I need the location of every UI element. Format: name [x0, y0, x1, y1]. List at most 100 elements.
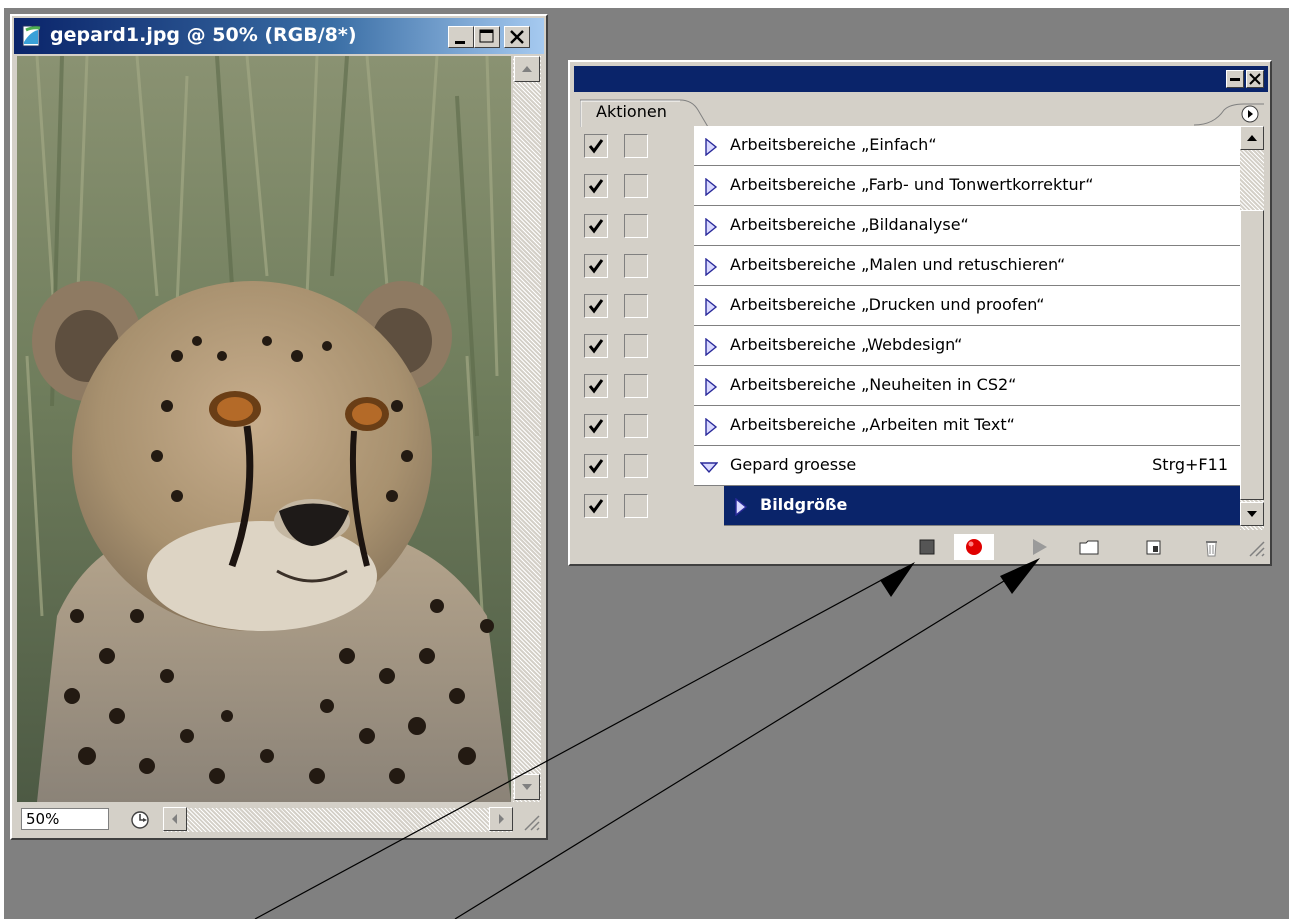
dialog-toggle-box[interactable] [624, 294, 648, 318]
action-row-cell[interactable]: Arbeitsbereiche „Einfach“ [694, 126, 1240, 166]
photoshop-document-icon [22, 25, 41, 47]
action-label: Bildgröße [760, 495, 848, 514]
collapsed-triangle-icon[interactable] [704, 377, 718, 400]
checkmark-icon [588, 139, 604, 154]
panel-tab-strip: Aktionen [574, 92, 1268, 128]
scroll-left-button[interactable] [163, 807, 187, 831]
dialog-toggle-box[interactable] [624, 214, 648, 238]
action-row-cell[interactable]: Arbeitsbereiche „Webdesign“ [694, 326, 1240, 366]
checkmark-icon [588, 339, 604, 354]
action-row-cell[interactable]: Arbeitsbereiche „Bildanalyse“ [694, 206, 1240, 246]
action-toggle-checkbox[interactable] [584, 374, 608, 398]
action-toggle-checkbox[interactable] [584, 494, 608, 518]
trash-icon[interactable] [1196, 534, 1226, 560]
action-row-cell[interactable]: Arbeitsbereiche „Farb- und Tonwertkorrek… [694, 166, 1240, 206]
action-toggle-checkbox[interactable] [584, 254, 608, 278]
checkmark-icon [588, 219, 604, 234]
minimize-button[interactable] [448, 26, 474, 48]
action-toggle-checkbox[interactable] [584, 294, 608, 318]
panel-scroll-thumb[interactable] [1240, 210, 1264, 500]
panel-minimize-button[interactable] [1226, 70, 1244, 88]
panel-resize-grip-icon[interactable] [1246, 538, 1266, 558]
action-label: Arbeitsbereiche „Farb- und Tonwertkorrek… [730, 175, 1094, 194]
zoom-field[interactable]: 50% [21, 808, 109, 830]
action-toggle-checkbox[interactable] [584, 454, 608, 478]
action-row-cell[interactable]: Arbeitsbereiche „Malen und retuschieren“ [694, 246, 1240, 286]
collapsed-triangle-icon[interactable] [704, 137, 718, 160]
status-info-icon[interactable] [129, 809, 153, 831]
action-row[interactable]: Arbeitsbereiche „Einfach“ [574, 126, 1240, 166]
expanded-triangle-icon[interactable] [699, 460, 719, 480]
dialog-toggle-box[interactable] [624, 254, 648, 278]
tab-aktionen-label: Aktionen [596, 102, 667, 121]
document-horizontal-scrollbar[interactable] [163, 807, 513, 832]
action-row[interactable]: Gepard groesse Strg+F11 [574, 446, 1240, 486]
action-row[interactable]: Arbeitsbereiche „Farb- und Tonwertkorrek… [574, 166, 1240, 206]
cheetah-photo[interactable] [17, 56, 511, 802]
collapsed-triangle-icon[interactable] [704, 297, 718, 320]
checkmark-icon [588, 379, 604, 394]
panel-close-button[interactable] [1246, 70, 1264, 88]
close-button[interactable] [504, 26, 530, 48]
action-toggle-checkbox[interactable] [584, 174, 608, 198]
play-icon[interactable] [1024, 534, 1054, 560]
action-label: Arbeitsbereiche „Einfach“ [730, 135, 937, 154]
action-step-row[interactable]: Bildgröße [574, 486, 1240, 526]
action-toggle-checkbox[interactable] [584, 134, 608, 158]
actions-panel[interactable]: Aktionen Arbeitsbereiche „Einfach“ Arbeit… [568, 60, 1272, 566]
action-label: Arbeitsbereiche „Neuheiten in CS2“ [730, 375, 1017, 394]
action-label: Arbeitsbereiche „Drucken und proofen“ [730, 295, 1045, 314]
dialog-toggle-box[interactable] [624, 174, 648, 198]
action-row-cell[interactable]: Gepard groesse Strg+F11 [694, 446, 1240, 486]
action-row-cell[interactable]: Arbeitsbereiche „Arbeiten mit Text“ [694, 406, 1240, 446]
scroll-right-button[interactable] [489, 807, 513, 831]
collapsed-triangle-icon[interactable] [704, 417, 718, 440]
dialog-toggle-box[interactable] [624, 414, 648, 438]
actions-toolbar [574, 530, 1268, 562]
dialog-toggle-box[interactable] [624, 134, 648, 158]
scroll-up-button[interactable] [514, 56, 540, 82]
panel-title-bar[interactable] [574, 66, 1268, 92]
document-title: gepard1.jpg @ 50% (RGB/8*) [50, 24, 357, 46]
record-icon[interactable] [954, 534, 994, 560]
action-row[interactable]: Arbeitsbereiche „Neuheiten in CS2“ [574, 366, 1240, 406]
action-label: Arbeitsbereiche „Malen und retuschieren“ [730, 255, 1066, 274]
document-vertical-scrollbar[interactable] [513, 56, 541, 802]
action-row[interactable]: Arbeitsbereiche „Bildanalyse“ [574, 206, 1240, 246]
collapsed-triangle-icon[interactable] [704, 217, 718, 240]
action-toggle-checkbox[interactable] [584, 214, 608, 238]
stop-icon[interactable] [912, 534, 942, 560]
scroll-down-button[interactable] [514, 774, 540, 800]
tab-aktionen[interactable]: Aktionen [580, 98, 709, 128]
dialog-toggle-box[interactable] [624, 374, 648, 398]
panel-menu-icon[interactable] [1240, 104, 1260, 124]
panel-scroll-down-button[interactable] [1240, 502, 1264, 526]
maximize-button[interactable] [474, 26, 500, 48]
action-row[interactable]: Arbeitsbereiche „Malen und retuschieren“ [574, 246, 1240, 286]
action-row[interactable]: Arbeitsbereiche „Webdesign“ [574, 326, 1240, 366]
panel-scroll-up-button[interactable] [1240, 126, 1264, 150]
new-set-icon[interactable] [1074, 534, 1104, 560]
action-toggle-checkbox[interactable] [584, 334, 608, 358]
panel-vertical-scrollbar[interactable] [1240, 126, 1264, 530]
action-row[interactable]: Arbeitsbereiche „Drucken und proofen“ [574, 286, 1240, 326]
action-row-cell[interactable]: Bildgröße [724, 486, 1240, 526]
action-row[interactable]: Arbeitsbereiche „Arbeiten mit Text“ [574, 406, 1240, 446]
dialog-toggle-box[interactable] [624, 454, 648, 478]
action-toggle-checkbox[interactable] [584, 414, 608, 438]
dialog-toggle-box[interactable] [624, 334, 648, 358]
checkmark-icon [588, 459, 604, 474]
resize-grip-icon[interactable] [521, 812, 541, 832]
collapsed-triangle-icon[interactable] [704, 337, 718, 360]
collapsed-triangle-icon[interactable] [704, 257, 718, 280]
collapsed-triangle-icon[interactable] [734, 497, 748, 520]
collapsed-triangle-icon[interactable] [704, 177, 718, 200]
dialog-toggle-box[interactable] [624, 494, 648, 518]
new-action-icon[interactable] [1139, 534, 1169, 560]
action-row-cell[interactable]: Arbeitsbereiche „Drucken und proofen“ [694, 286, 1240, 326]
image-document-window[interactable]: gepard1.jpg @ 50% (RGB/8*) 50% [10, 14, 548, 840]
document-title-bar[interactable]: gepard1.jpg @ 50% (RGB/8*) [14, 18, 544, 54]
action-label: Arbeitsbereiche „Webdesign“ [730, 335, 963, 354]
action-row-cell[interactable]: Arbeitsbereiche „Neuheiten in CS2“ [694, 366, 1240, 406]
checkmark-icon [588, 259, 604, 274]
